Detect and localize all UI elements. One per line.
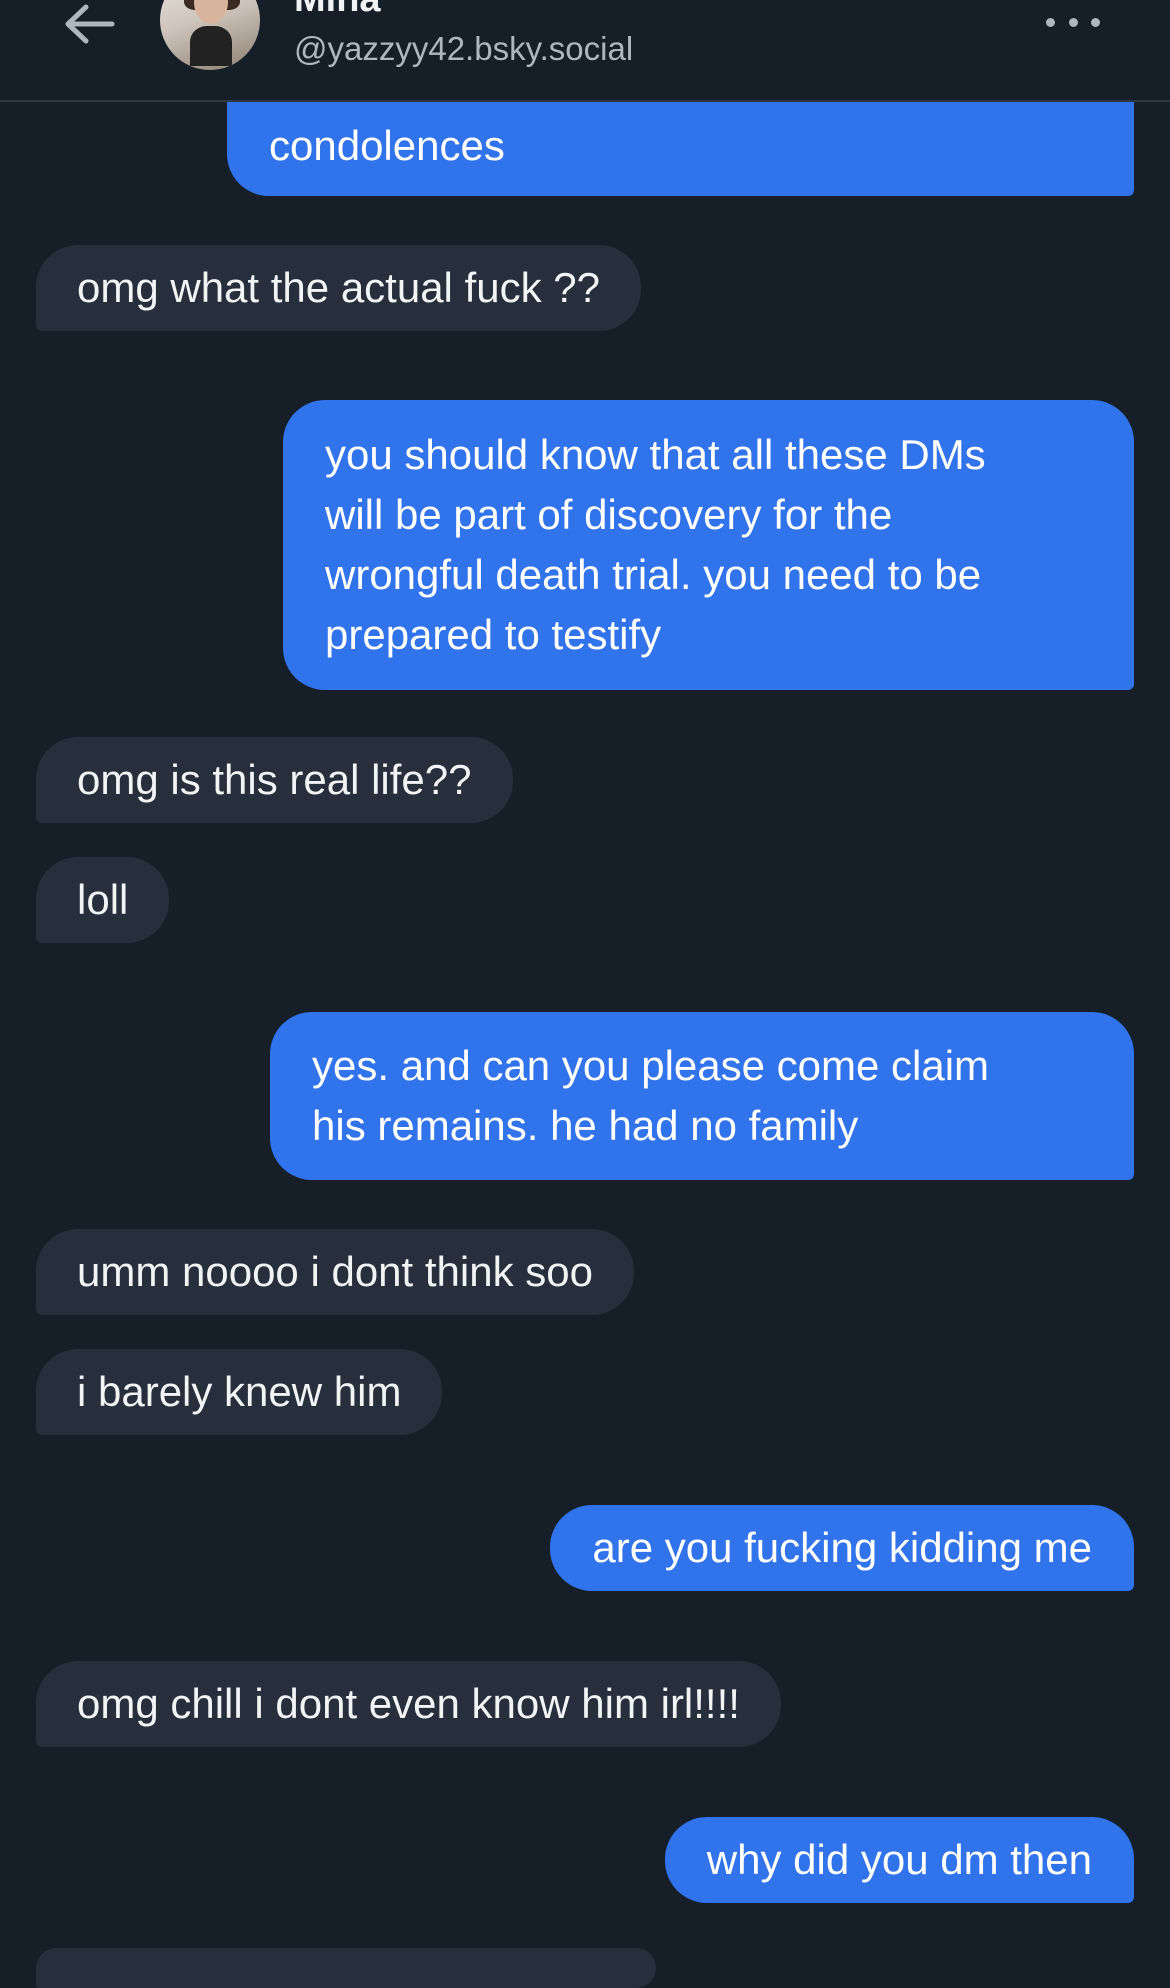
message-bubble-outgoing[interactable]: yes. and can you please come claim his r… [270,1012,1134,1180]
message-bubble-outgoing[interactable]: are you fucking kidding me [550,1505,1134,1591]
message-bubble-incoming[interactable]: omg what the actual fuck ?? [36,245,641,331]
ellipsis-icon [1046,17,1055,27]
message-bubble-incoming[interactable]: omg chill i dont even know him irl!!!! [36,1661,781,1747]
message-text-line: you should know that all these DMs [325,431,986,478]
contact-handle[interactable]: @yazzyy42.bsky.social [294,30,633,68]
message-text: omg is this real life?? [77,756,472,803]
message-text: loll [77,876,129,923]
message-text: omg what the actual fuck ?? [77,264,600,311]
message-text-line: wrongful death trial. you need to be [325,551,982,598]
conversation-header: Mina @yazzyy42.bsky.social [0,0,1170,102]
more-options-button[interactable] [1046,10,1100,34]
message-text-line: prepared to testify [325,611,662,658]
message-text: condolences [269,122,505,169]
arrow-left-icon [65,4,115,44]
message-text-line: will be part of discovery for the [325,491,893,538]
message-bubble-outgoing[interactable]: why did you dm then [664,1817,1134,1903]
message-bubble-incoming[interactable]: omg is this real life?? [36,737,513,823]
message-bubble-incoming-partial [36,1948,656,1988]
avatar[interactable] [160,0,260,70]
message-text-line: yes. and can you please come claim [312,1042,990,1089]
message-text: omg chill i dont even know him irl!!!! [77,1680,740,1727]
message-text: i barely knew him [77,1368,402,1415]
message-bubble-incoming[interactable]: i barely knew him [36,1349,443,1435]
message-text: why did you dm then [706,1836,1092,1883]
back-button[interactable] [56,0,120,48]
message-bubble-incoming[interactable]: umm noooo i dont think soo [36,1229,634,1315]
message-bubble-incoming[interactable]: loll [36,857,170,943]
contact-name[interactable]: Mina [294,0,381,21]
message-text: are you fucking kidding me [592,1524,1092,1571]
message-bubble-outgoing[interactable]: you should know that all these DMs will … [283,400,1134,690]
message-text: umm noooo i dont think soo [77,1248,593,1295]
message-text-line: his remains. he had no family [312,1102,859,1149]
